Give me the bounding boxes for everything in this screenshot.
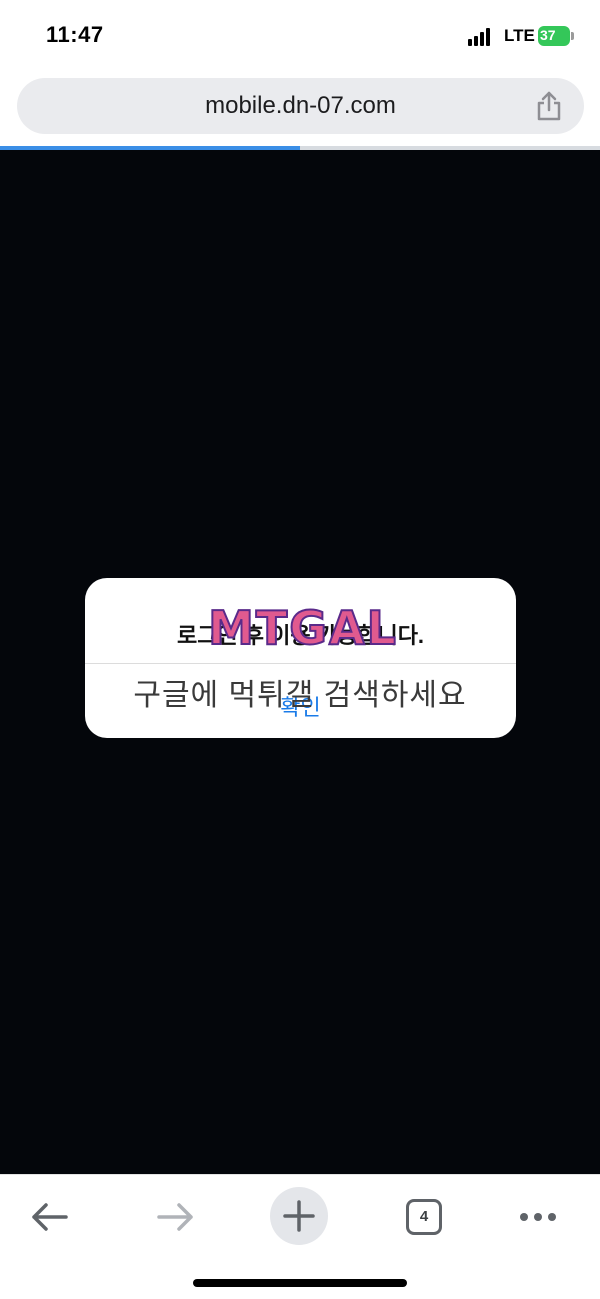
network-type: LTE [504,26,535,45]
watermark-caption: 구글에 먹튀갤 검색하세요 [133,679,467,712]
forward-arrow-icon[interactable] [145,1187,205,1247]
share-icon[interactable] [534,90,564,122]
address-bar[interactable]: mobile.dn-07.com [17,78,584,134]
home-indicator [193,1279,407,1287]
page-content: 로그인 후 이용 가능합니다. 확인 MTGAL 구글에 먹튀갤 검색하세요 [0,150,600,1174]
svg-text:MTGAL: MTGAL [208,601,398,654]
back-arrow-icon[interactable] [20,1187,80,1247]
status-bar: 11:47 LTE 37 [0,0,600,70]
tab-switcher-button[interactable]: 4 [394,1187,454,1247]
new-tab-button[interactable] [270,1187,328,1245]
status-time: 11:47 [46,22,104,47]
more-options-icon[interactable] [508,1187,568,1247]
battery-level: 37 [540,27,556,43]
bottom-toolbar: 4 [0,1174,600,1299]
cellular-signal-icon [468,28,494,46]
mtgal-logo-watermark: MTGAL [207,600,398,654]
battery-icon: 37 [538,26,574,46]
plus-icon [283,1200,315,1232]
url-text[interactable]: mobile.dn-07.com [17,92,584,120]
tab-count: 4 [406,1199,442,1235]
